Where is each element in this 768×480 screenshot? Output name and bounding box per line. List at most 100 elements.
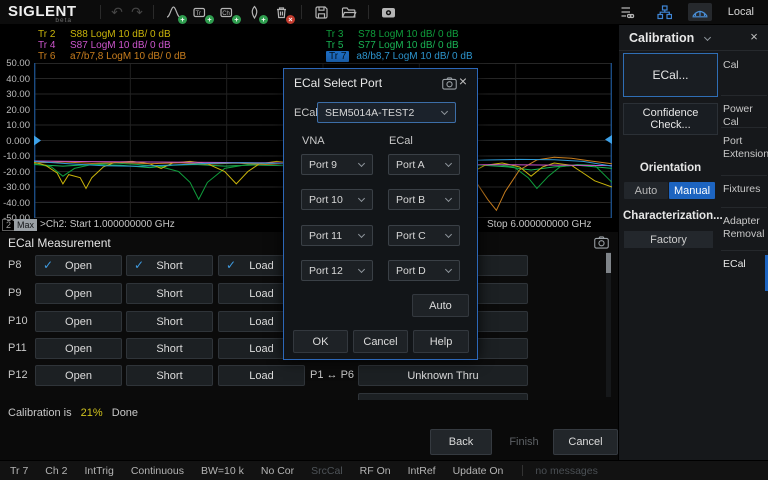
status-item-srccal[interactable]: SrcCal bbox=[311, 465, 343, 477]
chevron-down-icon bbox=[445, 195, 452, 202]
open-button[interactable]: Open bbox=[35, 283, 122, 304]
save-icon[interactable] bbox=[311, 3, 332, 22]
status-item-no-cor[interactable]: No Cor bbox=[261, 465, 294, 477]
dialog-title: ECal Select Port bbox=[294, 76, 382, 90]
redo-icon[interactable]: ↷ bbox=[127, 4, 147, 21]
vna-port-select[interactable]: Port 11 bbox=[301, 225, 373, 246]
status-item-bw-10-k[interactable]: BW=10 k bbox=[201, 465, 244, 477]
ecal-port-select[interactable]: Port B bbox=[388, 189, 460, 210]
short-button[interactable]: Short bbox=[126, 311, 213, 332]
trace-legend-item[interactable]: Tr 6a7/b7,8 LogM 10 dB/ 0 dB bbox=[38, 51, 186, 62]
open-icon[interactable] bbox=[338, 3, 359, 22]
help-button[interactable]: Help bbox=[413, 330, 469, 353]
select-value: Port B bbox=[396, 194, 425, 206]
check-icon: ✓ bbox=[43, 258, 53, 272]
ecal-port-select[interactable]: Port A bbox=[388, 154, 460, 175]
dialog-screenshot-icon[interactable] bbox=[442, 77, 457, 90]
sidebar-menu-item-adapter-removal[interactable]: Adapter Removal bbox=[723, 215, 767, 241]
short-button[interactable]: Short bbox=[126, 365, 213, 386]
ecal-port-select[interactable]: Port C bbox=[388, 225, 460, 246]
port-label: P9 bbox=[8, 287, 21, 299]
factory-button[interactable]: Factory bbox=[624, 231, 713, 248]
trace-legend-item[interactable]: Tr 3S78 LogM 10 dB/ 0 dB bbox=[326, 29, 473, 40]
open-button[interactable]: Open bbox=[35, 338, 122, 359]
finish-button[interactable]: Finish bbox=[497, 429, 551, 455]
short-button[interactable]: Short bbox=[126, 338, 213, 359]
thru-pair-label: P1 ↔ P6 bbox=[310, 369, 354, 381]
progress-prefix: Calibration is bbox=[8, 407, 72, 419]
sidebar-menu-item-port-extension[interactable]: Port Extension bbox=[723, 135, 767, 161]
button-label: Load bbox=[249, 370, 273, 382]
select-value: Port 10 bbox=[309, 194, 343, 206]
trace-legend-item[interactable]: Tr 4S87 LogM 10 dB/ 0 dB bbox=[38, 40, 186, 51]
network-icon[interactable] bbox=[654, 3, 675, 22]
trace-legend-right: Tr 3S78 LogM 10 dB/ 0 dBTr 5S77 LogM 10 … bbox=[326, 29, 473, 62]
delete-icon[interactable]: × bbox=[271, 3, 292, 22]
unknown-thru-button[interactable]: Unknown Thru bbox=[358, 365, 528, 386]
button-label: Open bbox=[65, 260, 92, 272]
vna-port-select[interactable]: Port 12 bbox=[301, 260, 373, 281]
status-item-rf-on[interactable]: RF On bbox=[360, 465, 391, 477]
back-button[interactable]: Back bbox=[430, 429, 492, 455]
ecal-button[interactable]: ECal... bbox=[623, 53, 718, 97]
trace-detail: S87 LogM 10 dB/ 0 dB bbox=[70, 40, 171, 51]
status-item-inttrig[interactable]: IntTrig bbox=[84, 465, 113, 477]
ecal-module-select[interactable]: SEM5014A-TEST2 bbox=[317, 102, 456, 123]
add-marker-icon[interactable]: + bbox=[244, 3, 265, 22]
remote-bridge-icon[interactable] bbox=[688, 3, 712, 21]
trace-legend-item[interactable]: Tr 7a8/b8,7 LogM 10 dB/ 0 dB bbox=[326, 51, 473, 62]
orientation-auto-button[interactable]: Auto bbox=[624, 182, 668, 199]
dialog-close-icon[interactable]: × bbox=[456, 73, 470, 89]
ecal-port-select[interactable]: Port D bbox=[388, 260, 460, 281]
status-item-update-on[interactable]: Update On bbox=[453, 465, 504, 477]
sidebar-close-icon[interactable]: × bbox=[747, 29, 761, 44]
select-value: Port 12 bbox=[309, 265, 343, 277]
open-button[interactable]: Open bbox=[35, 365, 122, 386]
chevron-down-icon[interactable] bbox=[704, 34, 711, 41]
vna-port-select[interactable]: Port 9 bbox=[301, 154, 373, 175]
status-item-continuous[interactable]: Continuous bbox=[131, 465, 184, 477]
short-button[interactable]: Short bbox=[126, 283, 213, 304]
preset-list-icon[interactable] bbox=[617, 3, 638, 22]
check-icon: ✓ bbox=[134, 258, 144, 272]
status-item-tr-7[interactable]: Tr 7 bbox=[10, 465, 28, 477]
scrollbar-thumb[interactable] bbox=[606, 253, 611, 273]
auto-button[interactable]: Auto bbox=[412, 294, 469, 317]
ok-button[interactable]: OK bbox=[293, 330, 348, 353]
scrollbar-track[interactable] bbox=[606, 252, 611, 397]
y-axis-tick: -30.00 bbox=[0, 182, 30, 193]
undo-icon[interactable]: ↶ bbox=[107, 4, 127, 21]
open-button[interactable]: Open bbox=[35, 311, 122, 332]
confidence-check-button[interactable]: Confidence Check... bbox=[623, 103, 718, 135]
short-button[interactable]: ✓Short bbox=[126, 255, 213, 276]
y-axis-tick: -10.00 bbox=[0, 151, 30, 162]
chevron-down-icon bbox=[445, 231, 452, 238]
cancel-button[interactable]: Cancel bbox=[553, 429, 618, 455]
load-button[interactable]: Load bbox=[218, 365, 305, 386]
trace-legend-item[interactable]: Tr 2S88 LogM 10 dB/ 0 dB bbox=[38, 29, 186, 40]
sidebar-menu-item-fixtures[interactable]: Fixtures bbox=[723, 183, 767, 196]
add-channel-icon[interactable]: Ch+ bbox=[217, 3, 238, 22]
status-item-ch-2[interactable]: Ch 2 bbox=[45, 465, 67, 477]
y-axis-tick: -40.00 bbox=[0, 198, 30, 209]
section-screenshot-icon[interactable] bbox=[594, 236, 609, 249]
vna-port-select[interactable]: Port 10 bbox=[301, 189, 373, 210]
status-item-intref[interactable]: IntRef bbox=[408, 465, 436, 477]
sidebar-menu-item-cal[interactable]: Cal bbox=[723, 59, 767, 72]
connection-mode-label[interactable]: Local bbox=[728, 6, 754, 18]
orientation-manual-button[interactable]: Manual bbox=[669, 182, 715, 199]
sidebar-menu-item-ecal[interactable]: ECal bbox=[723, 258, 767, 271]
trace-legend-item[interactable]: Tr 5S77 LogM 10 dB/ 0 dB bbox=[326, 40, 473, 51]
max-badge[interactable]: Max bbox=[14, 219, 37, 231]
screenshot-icon[interactable] bbox=[378, 3, 399, 22]
button-label: Unknown Thru bbox=[407, 370, 478, 382]
open-button[interactable]: ✓ Open bbox=[35, 255, 122, 276]
thru-button-partial[interactable] bbox=[358, 393, 528, 400]
svg-text:Tr: Tr bbox=[196, 10, 201, 16]
sidebar-menu-item-power-cal[interactable]: Power Cal bbox=[723, 103, 767, 129]
reference-level-marker bbox=[34, 136, 41, 146]
add-trace-icon[interactable]: Tr+ bbox=[190, 3, 211, 22]
dialog-cancel-button[interactable]: Cancel bbox=[353, 330, 408, 353]
button-label: Load bbox=[249, 260, 273, 272]
add-measurement-icon[interactable]: + bbox=[163, 3, 184, 22]
